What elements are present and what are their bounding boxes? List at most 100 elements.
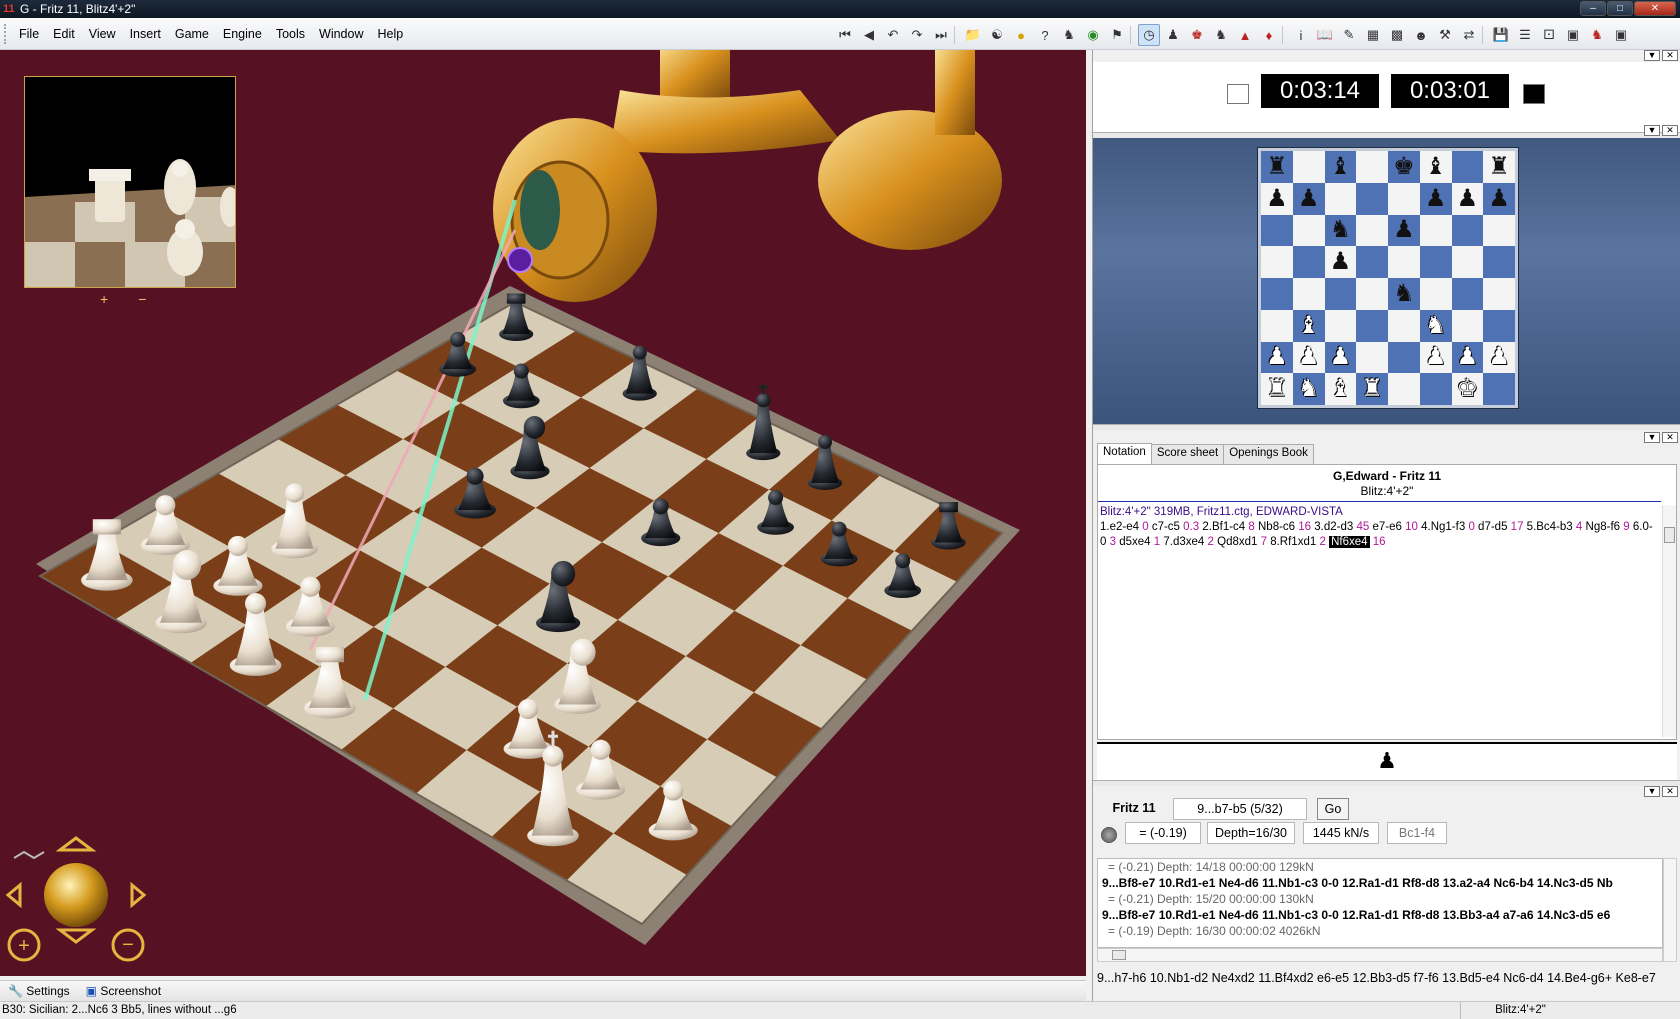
close-pane-icon[interactable]: ✕ [1662, 432, 1678, 443]
move[interactable]: c7-c5 [1152, 521, 1180, 533]
help-icon[interactable]: ? [1034, 24, 1056, 46]
square-h8[interactable]: ♜ [1483, 151, 1515, 183]
dropdown-icon[interactable]: ▼ [1644, 432, 1660, 443]
square-d7[interactable] [1356, 182, 1388, 215]
user-icon[interactable]: ☻ [1410, 24, 1432, 46]
square-g5[interactable] [1451, 246, 1484, 278]
square-g4[interactable] [1451, 278, 1484, 310]
board-3d-view[interactable]: + − + − [0, 50, 1086, 976]
layout-icon[interactable]: ▦ [1362, 24, 1384, 46]
hint-icon[interactable]: ● [1010, 24, 1032, 46]
square-g8[interactable] [1451, 151, 1484, 183]
move[interactable]: 1.e2-e4 [1100, 521, 1139, 533]
square-b4[interactable] [1292, 278, 1325, 310]
info-icon[interactable]: i [1290, 24, 1312, 46]
square-b3[interactable]: ♝ [1292, 309, 1325, 342]
square-d2[interactable] [1356, 341, 1388, 374]
square-b5[interactable] [1292, 246, 1325, 278]
go-button[interactable]: Go [1317, 798, 1349, 820]
square-f8[interactable]: ♝ [1419, 151, 1452, 183]
square-b2[interactable]: ♟ [1292, 341, 1325, 374]
square-f5[interactable] [1419, 246, 1452, 278]
square-e6[interactable]: ♟ [1388, 214, 1420, 247]
zoom-out-button[interactable]: − [138, 291, 146, 307]
square-d3[interactable] [1356, 309, 1388, 342]
square-e8[interactable]: ♚ [1388, 151, 1420, 183]
menu-help[interactable]: Help [370, 27, 410, 41]
square-h4[interactable] [1483, 278, 1515, 310]
square-d8[interactable] [1356, 151, 1388, 183]
close-pane-icon[interactable]: ✕ [1662, 50, 1678, 61]
square-g2[interactable]: ♟ [1451, 341, 1484, 374]
screenshot-button[interactable]: ▣ Screenshot [86, 984, 161, 998]
move[interactable]: 3.d2-d3 [1314, 521, 1353, 533]
level-icon[interactable]: ▲ [1234, 24, 1256, 46]
square-e4[interactable]: ♞ [1388, 278, 1420, 310]
square-f3[interactable]: ♞ [1419, 309, 1452, 342]
engine-toggle-button[interactable] [1101, 827, 1117, 843]
dice-icon[interactable]: ⚀ [1538, 24, 1560, 46]
move[interactable]: Ng8-f6 [1586, 521, 1621, 533]
square-d5[interactable] [1356, 246, 1388, 278]
square-g6[interactable] [1451, 214, 1484, 247]
analysis-icon[interactable]: ♚ [1186, 24, 1208, 46]
menu-window[interactable]: Window [312, 27, 370, 41]
square-a2[interactable]: ♟ [1261, 341, 1293, 374]
engine-lines-vscroll[interactable] [1663, 858, 1677, 962]
square-e5[interactable] [1388, 246, 1420, 278]
network-icon[interactable]: ⇄ [1458, 24, 1480, 46]
forward-variation-icon[interactable]: ↷ [906, 24, 928, 46]
pawn-icon[interactable]: ♟ [1162, 24, 1184, 46]
square-c3[interactable] [1324, 309, 1357, 342]
close-pane-icon[interactable]: ✕ [1662, 786, 1678, 797]
square-b6[interactable] [1292, 214, 1325, 247]
move[interactable]: 8.Rf1xd1 [1270, 536, 1316, 548]
square-f4[interactable] [1419, 278, 1452, 310]
dropdown-icon[interactable]: ▼ [1644, 50, 1660, 61]
square-f2[interactable]: ♟ [1419, 341, 1452, 374]
square-a3[interactable] [1261, 309, 1293, 342]
camera-navigation-control[interactable]: + − [0, 830, 160, 965]
move[interactable]: 2.Bf1-c4 [1202, 521, 1245, 533]
move[interactable]: d5xe4 [1119, 536, 1150, 548]
move[interactable]: Nf6xe4 [1329, 536, 1370, 548]
clock-icon[interactable]: ◷ [1138, 24, 1160, 46]
pieces-icon[interactable]: ♞ [1586, 24, 1608, 46]
square-a6[interactable] [1261, 214, 1293, 247]
square-a1[interactable]: ♜ [1261, 373, 1293, 405]
close-pane-icon[interactable]: ✕ [1662, 125, 1678, 136]
minimize-button[interactable]: – [1580, 1, 1606, 16]
tools-icon[interactable]: ⚒ [1434, 24, 1456, 46]
move[interactable]: d7-d5 [1478, 521, 1507, 533]
square-a7[interactable]: ♟ [1261, 182, 1293, 215]
openings-icon[interactable]: 📖 [1314, 24, 1336, 46]
engine-lines-hscroll[interactable] [1097, 948, 1663, 962]
menu-tools[interactable]: Tools [269, 27, 312, 41]
first-move-icon[interactable]: ⏮ [834, 24, 856, 46]
square-c4[interactable] [1324, 278, 1357, 310]
move[interactable]: Qd8xd1 [1217, 536, 1257, 548]
cube-icon[interactable]: ▣ [1562, 24, 1584, 46]
square-b8[interactable] [1292, 151, 1325, 183]
move[interactable]: e7-e6 [1373, 521, 1402, 533]
menu-edit[interactable]: Edit [46, 27, 82, 41]
menu-insert[interactable]: Insert [123, 27, 168, 41]
engine-variation-line[interactable]: 9...Bf8-e7 10.Rd1-e1 Ne4-d6 11.Nb1-c3 0-… [1098, 875, 1662, 891]
square-h2[interactable]: ♟ [1483, 341, 1515, 374]
list-icon[interactable]: ☰ [1514, 24, 1536, 46]
square-c7[interactable] [1324, 182, 1357, 215]
square-a4[interactable] [1261, 278, 1293, 310]
flag-icon[interactable]: ⚑ [1106, 24, 1128, 46]
screenshot-icon[interactable]: ▣ [1610, 24, 1632, 46]
engine-icon[interactable]: ♞ [1058, 24, 1080, 46]
dropdown-icon[interactable]: ▼ [1644, 125, 1660, 136]
square-e7[interactable] [1388, 182, 1420, 215]
settings-button[interactable]: 🔧 Settings [8, 984, 70, 998]
square-d4[interactable] [1356, 278, 1388, 310]
move[interactable]: Nb8-c6 [1258, 521, 1295, 533]
square-c5[interactable]: ♟ [1324, 246, 1357, 278]
move[interactable]: 7.d3xe4 [1163, 536, 1204, 548]
close-button[interactable]: ✕ [1634, 1, 1676, 16]
board-2d[interactable]: ♜ ♝ ♚ ♝ ♜ ♟ ♟ ♟ ♟ ♟ ♞ ♟ ♟ ♞ ♝ ♞ ♟ ♟ ♟ ♟ ♟ ♟ ♜ ♞ ♝ ♜ ♚ [1258, 148, 1518, 408]
square-a5[interactable] [1261, 246, 1293, 278]
